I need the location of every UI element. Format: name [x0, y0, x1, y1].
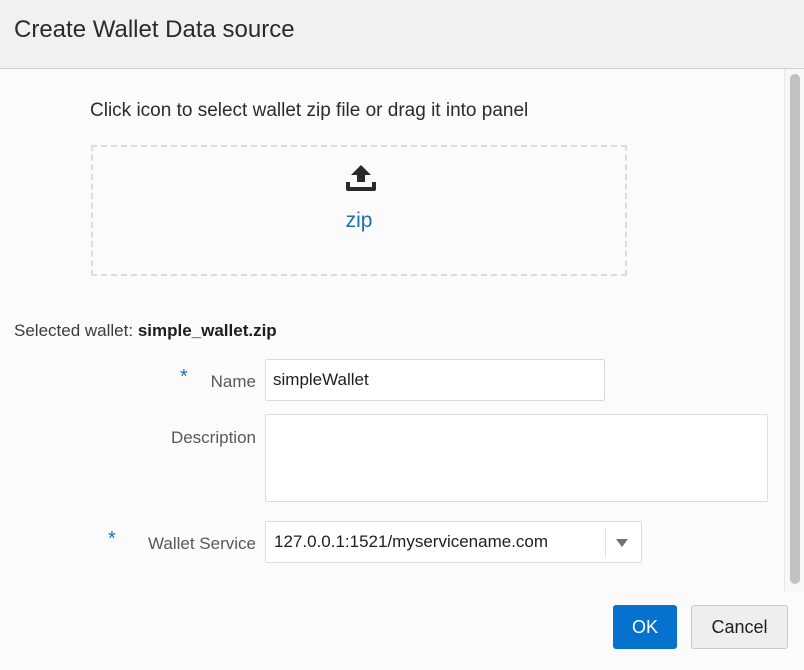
description-label: Description — [170, 428, 256, 447]
dialog-header: Create Wallet Data source — [0, 0, 804, 69]
scrollbar[interactable] — [784, 69, 804, 592]
chevron-down-icon[interactable] — [616, 539, 628, 547]
wallet-service-value: 127.0.0.1:1521/myservicename.com — [274, 532, 549, 551]
description-textarea[interactable] — [265, 414, 768, 502]
name-input[interactable] — [265, 359, 605, 401]
upload-icon[interactable] — [344, 163, 378, 193]
required-indicator: * — [108, 528, 116, 550]
required-indicator: * — [180, 366, 188, 388]
scrollbar-thumb[interactable] — [790, 74, 800, 584]
selected-wallet-filename: simple_wallet.zip — [137, 321, 277, 340]
name-label: Name — [210, 372, 256, 391]
wallet-service-select[interactable]: 127.0.0.1:1521/myservicename.com — [265, 521, 642, 563]
wallet-service-label: Wallet Service — [147, 534, 256, 553]
upload-instruction: Click icon to select wallet zip file or … — [90, 100, 529, 121]
zip-link[interactable]: zip — [93, 209, 625, 233]
selected-wallet: Selected wallet: simple_wallet.zip — [14, 321, 277, 341]
selected-wallet-label: Selected wallet: — [14, 321, 134, 340]
ok-button[interactable]: OK — [613, 605, 677, 649]
cancel-button[interactable]: Cancel — [691, 605, 788, 649]
dialog-title: Create Wallet Data source — [14, 16, 295, 43]
select-divider — [605, 528, 606, 558]
wallet-dropzone[interactable]: zip — [91, 145, 627, 276]
